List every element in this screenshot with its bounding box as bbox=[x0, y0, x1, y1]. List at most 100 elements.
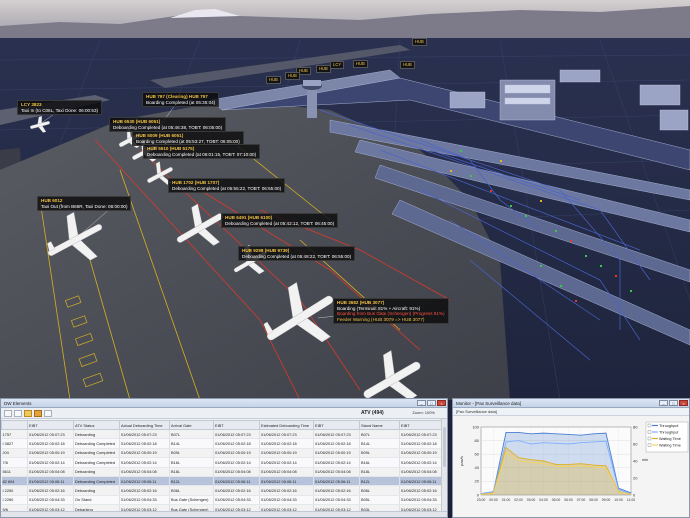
table-cell: 01/06/2012 05:00:19 bbox=[313, 448, 360, 459]
scrollbar-thumb[interactable] bbox=[443, 427, 446, 467]
folder-icon[interactable] bbox=[24, 409, 32, 417]
flight-tag[interactable]: HUB bbox=[285, 72, 300, 80]
flight-callout-warning[interactable]: HUB 3682 (HUB 3077) Boarding (Terminal: … bbox=[333, 298, 449, 325]
export-icon[interactable] bbox=[44, 409, 52, 417]
table-cell: 01/06/2012 05:02:14 bbox=[313, 457, 360, 468]
flight-tag[interactable]: HUB bbox=[400, 61, 415, 69]
flight-callout[interactable]: HUB 9298 (HUB 9739) Deboarding Completed… bbox=[238, 246, 356, 262]
table-cell: 01/06/2012 05:04:33 bbox=[213, 495, 260, 506]
table-row[interactable]: 7/6 01/06/2012 05:02:14 Deboarding Complet… bbox=[1, 457, 441, 468]
table-cell: 82 894 bbox=[1, 476, 28, 487]
table-cell: I 2250 bbox=[1, 485, 28, 496]
y2-axis-label: min bbox=[642, 457, 648, 462]
x-tick-label: 06:00 bbox=[564, 498, 573, 502]
table-row[interactable]: I 3827 01/06/2012 05:02:18 Deboarding Comp… bbox=[1, 438, 441, 449]
window-titlebar[interactable]: DW Elements – □ × bbox=[1, 399, 447, 408]
monitor-chart-window[interactable]: Monitor - [Pax Surveillance data] – □ × … bbox=[452, 398, 690, 518]
maximize-button[interactable]: □ bbox=[427, 400, 436, 406]
column-header[interactable]: EIBT bbox=[313, 420, 360, 430]
new-icon[interactable] bbox=[4, 409, 12, 417]
table-cell: I 3827 bbox=[1, 438, 28, 449]
legend-entry: Throughput bbox=[659, 431, 679, 435]
table-row[interactable]: J04 01/06/2012 05:00:19 Deboarding Complet… bbox=[1, 448, 441, 459]
table-cell: B06L bbox=[169, 485, 214, 496]
window-titlebar[interactable]: Monitor - [Pax Surveillance data] – □ × bbox=[453, 399, 689, 408]
column-header[interactable]: ATV Status bbox=[73, 420, 120, 430]
column-header[interactable]: EIBT bbox=[27, 420, 74, 430]
window-title: Monitor - [Pax Surveillance data] bbox=[456, 401, 522, 406]
close-button[interactable]: × bbox=[437, 400, 446, 406]
minimize-button[interactable]: – bbox=[417, 400, 426, 406]
flight-callout[interactable]: HUB 5510 (HUB 5175) Deboarding Completed… bbox=[143, 144, 261, 160]
pax-chart[interactable]: 100806040200806040200pax/h min23:00 00:00 0… bbox=[453, 417, 690, 518]
flight-callout[interactable]: LCY 3823 Taxi In (to C06L, Taxi Done: 06… bbox=[17, 100, 103, 116]
table-row[interactable]: I 2250 01/06/2012 05:02:16 Deboarding 01/06… bbox=[1, 485, 441, 496]
x-tick-label: 10:00 bbox=[614, 498, 623, 502]
table-cell: Deboarding Completed bbox=[73, 448, 120, 459]
legend-entry: Throughput bbox=[659, 424, 679, 428]
table-cell: B07L bbox=[169, 429, 214, 440]
table-row[interactable]: 5611 01/06/2012 05:04:08 Deboarding 01/06/2… bbox=[1, 467, 441, 477]
column-header[interactable]: EIBT bbox=[399, 420, 441, 430]
elements-table-window[interactable]: DW Elements – □ × ATV (494) Zoom: 100% E… bbox=[0, 398, 448, 518]
table-row[interactable]: I 2260 01/06/2012 05:04:33 On Stand 01/06/2… bbox=[1, 495, 441, 506]
y-tick-label: 80 bbox=[475, 438, 480, 443]
flight-callout[interactable]: HUB 6530 (HUB 6051) Deboarding Completed… bbox=[109, 117, 227, 133]
y2-tick-label: 60 bbox=[633, 441, 638, 446]
table-cell: 01/06/2012 05:02:14 bbox=[119, 457, 170, 468]
table-cell: 01/06/2012 05:02:18 bbox=[313, 438, 360, 449]
zoom-label[interactable]: Zoom: 100% bbox=[412, 410, 435, 415]
column-header[interactable]: Actual Deboarding Time bbox=[119, 420, 170, 430]
flight-tag[interactable]: HUB bbox=[316, 65, 331, 73]
flight-callout[interactable]: HUB 6012 Taxi Out (from B66R, Taxi Done:… bbox=[37, 196, 132, 212]
table-cell: 7/6 bbox=[1, 457, 28, 468]
legend-checkbox bbox=[647, 423, 652, 428]
table-cell: 01/06/2012 05:04:33 bbox=[119, 495, 170, 506]
x-tick-label: 03:00 bbox=[527, 498, 536, 502]
y2-tick-label: 40 bbox=[633, 458, 638, 463]
flight-tag[interactable]: HUB bbox=[412, 38, 427, 46]
table-cell: B05L bbox=[359, 495, 400, 506]
table-cell: 01/06/2012 05:06:11 bbox=[259, 476, 314, 487]
filter-icon[interactable] bbox=[34, 409, 42, 417]
flight-tag[interactable]: HUB bbox=[266, 76, 281, 84]
table-container: EIBT ATV Status Actual Deboarding Time Arri… bbox=[1, 420, 441, 511]
minimize-button[interactable]: – bbox=[659, 400, 668, 406]
table-row[interactable]: 1757 01/06/2012 05:07:23 Deboarding 01/06/2… bbox=[1, 429, 441, 440]
column-header[interactable]: Estimated Deboarding Time bbox=[259, 420, 314, 430]
table-cell: 01/06/2012 05:00:19 bbox=[213, 448, 260, 459]
table-cell: 01/06/2012 05:00:19 bbox=[259, 448, 314, 459]
table-cell: 01/06/2012 05:00:19 bbox=[399, 448, 441, 459]
close-button[interactable]: × bbox=[679, 400, 688, 406]
column-header[interactable]: EIBT bbox=[213, 420, 260, 430]
table-cell: 01/06/2012 05:07:23 bbox=[119, 429, 170, 440]
table-cell: 01/06/2012 05:06:11 bbox=[213, 476, 260, 487]
table-cell: On Stand bbox=[73, 495, 120, 506]
table-cell: 01/06/2012 05:00:19 bbox=[27, 448, 74, 459]
table-cell: 01/06/2012 05:06:11 bbox=[399, 476, 441, 487]
callout-line-feeder: Feeder Warning (HUB 3079 => HUB 3077) bbox=[337, 316, 425, 322]
flight-callout[interactable]: HUB 797 (Clearing) HUB 797 Boarding Comp… bbox=[142, 92, 220, 108]
column-header[interactable] bbox=[1, 420, 28, 430]
save-icon[interactable] bbox=[14, 409, 22, 417]
column-header[interactable]: Stand Name bbox=[359, 420, 400, 430]
window-controls: – □ × bbox=[417, 400, 446, 406]
vertical-scrollbar[interactable] bbox=[441, 419, 447, 517]
callout-header: HUB 797 (Clearing) HUB 797 bbox=[146, 94, 208, 99]
column-header[interactable]: Arrival Gate bbox=[169, 420, 214, 430]
table-row[interactable]: 82 894 01/06/2012 05:06:11 Deboarding Comp… bbox=[1, 476, 441, 487]
table-cell: 01/06/2012 05:04:08 bbox=[313, 467, 360, 477]
table-cell: 01/06/2012 05:07:23 bbox=[259, 429, 314, 440]
legend-entry: Waiting Time bbox=[659, 437, 681, 441]
callout-line: Taxi In (to C06L, Taxi Done: 06:00:53) bbox=[21, 107, 99, 113]
flight-tag[interactable]: HUB bbox=[353, 60, 368, 68]
table-cell: B09L bbox=[169, 448, 214, 459]
flight-callout[interactable]: HUB 6491 (HUB 6100) Deboarding Completed… bbox=[221, 213, 339, 229]
flight-callout[interactable]: HUB 1702 (HUB 1707) Deboarding Completed… bbox=[168, 178, 286, 194]
flight-tag[interactable]: LCY bbox=[330, 61, 345, 69]
callout-line: Deboarding Completed (at 05:48:22, TOBT:… bbox=[242, 253, 352, 259]
table-cell: B12L bbox=[169, 476, 214, 487]
y-tick-label: 100 bbox=[472, 424, 479, 429]
legend-checkbox bbox=[647, 443, 652, 447]
maximize-button[interactable]: □ bbox=[669, 400, 678, 406]
